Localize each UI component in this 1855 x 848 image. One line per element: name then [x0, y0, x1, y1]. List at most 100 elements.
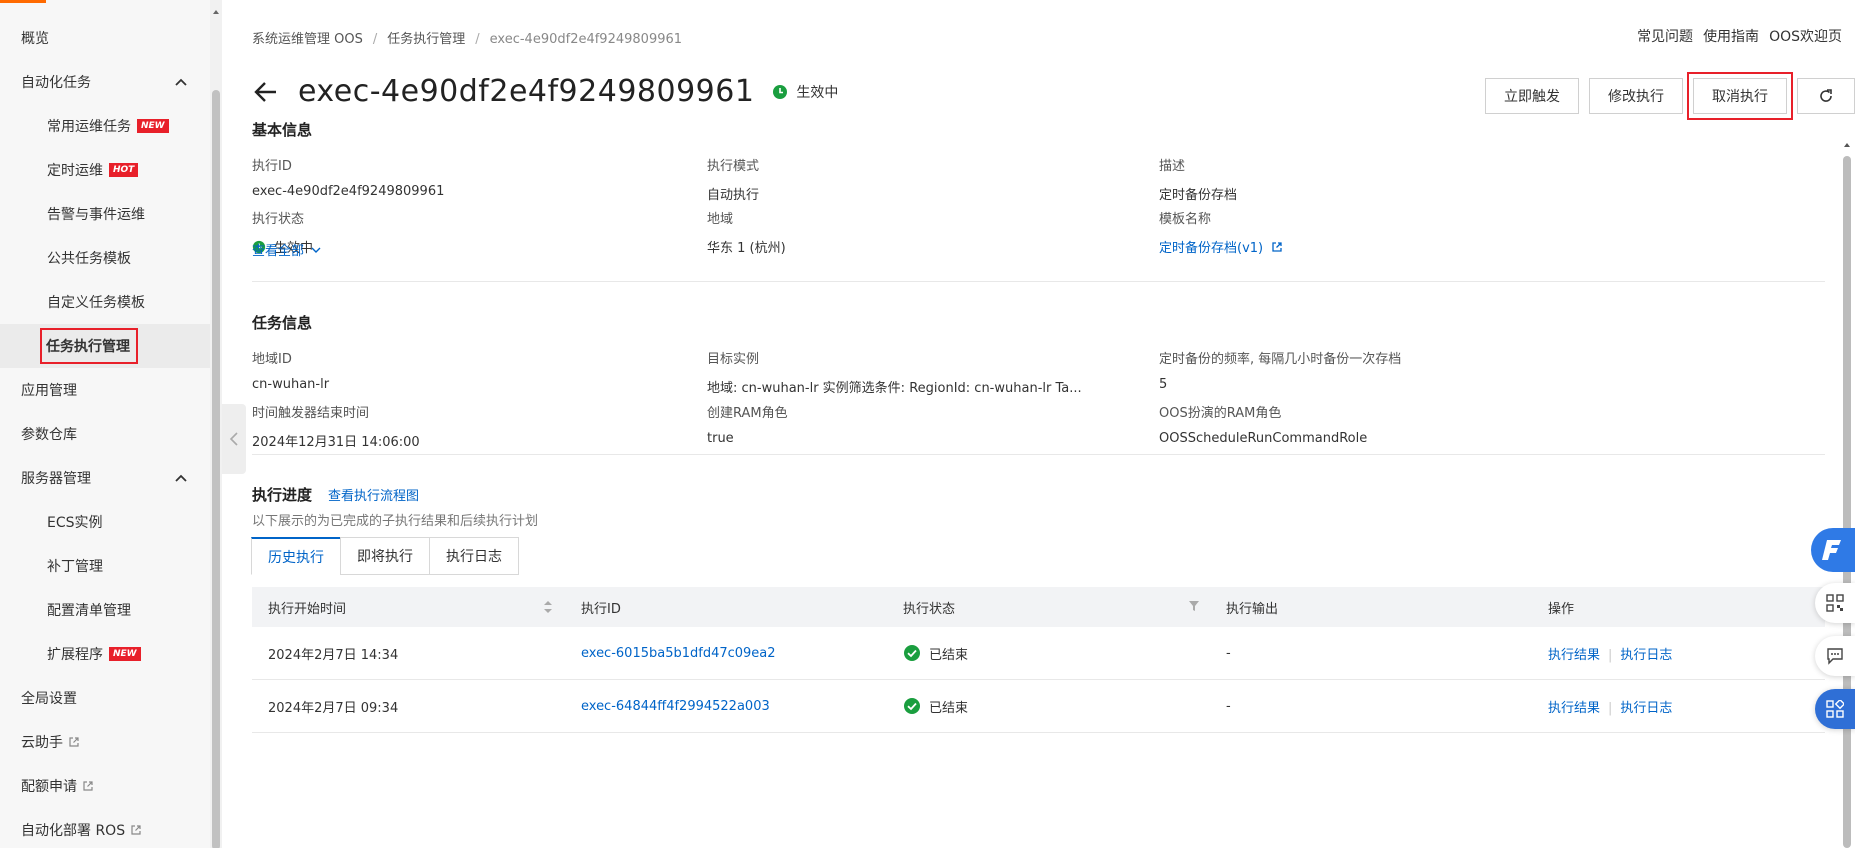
field-label: 创建RAM角色 — [707, 406, 788, 421]
state-text: 已结束 — [929, 647, 969, 663]
col-output: 执行输出 — [1226, 601, 1279, 617]
col-exec-id: 执行ID — [581, 601, 621, 617]
sidebar-item-quota[interactable]: 配额申请 — [0, 764, 210, 808]
scroll-up-arrow-icon[interactable] — [212, 8, 220, 16]
execution-table: 执行开始时间 执行ID 执行状态 执行输出 操作 2024年2月7日 14:34… — [252, 587, 1825, 733]
chevron-left-icon — [229, 432, 238, 446]
back-arrow-icon[interactable] — [252, 78, 280, 106]
tab-upcoming[interactable]: 即将执行 — [340, 537, 430, 575]
exec-log-link[interactable]: 执行日志 — [1620, 648, 1672, 663]
sidebar-item-cloud-assistant[interactable]: 云助手 — [0, 720, 210, 764]
sidebar-item-label: 概览 — [21, 31, 49, 47]
exec-id-link[interactable]: exec-6015ba5b1dfd47c09ea2 — [565, 646, 887, 661]
apps-button[interactable] — [1815, 689, 1855, 729]
external-link-icon — [131, 825, 141, 835]
faq-link[interactable]: 常见问题 — [1637, 29, 1693, 45]
chat-bubble-icon — [1827, 648, 1843, 665]
sidebar-item-automation-tasks[interactable]: 自动化任务 — [0, 60, 210, 104]
field-backup-frequency: 定时备份的频率, 每隔几小时备份一次存档 5 — [1159, 348, 1401, 392]
tab-logs[interactable]: 执行日志 — [429, 537, 519, 575]
sidebar-item-label: 云助手 — [21, 735, 63, 751]
refresh-button[interactable] — [1797, 78, 1855, 114]
breadcrumb-separator: / — [475, 32, 480, 47]
filter-icon[interactable] — [1188, 600, 1200, 612]
breadcrumb: 系统运维管理 OOS / 任务执行管理 / exec-4e90df2e4f9249809… — [252, 28, 682, 47]
field-label: 执行ID — [252, 159, 292, 174]
breadcrumb-item[interactable]: 系统运维管理 OOS — [252, 32, 363, 47]
field-value: 2024年12月31日 14:06:00 — [252, 435, 420, 450]
header-actions: 立即触发 修改执行 取消执行 — [1475, 72, 1855, 120]
field-oos-ram-role: OOS扮演的RAM角色 OOSScheduleRunCommandRole — [1159, 402, 1367, 446]
status-text: 生效中 — [796, 84, 839, 101]
feedback-button[interactable] — [1815, 636, 1855, 676]
hot-badge: HOT — [109, 163, 139, 177]
template-link[interactable]: 定时备份存档(v1) — [1159, 237, 1283, 256]
modify-execution-button[interactable]: 修改执行 — [1589, 78, 1683, 114]
sidebar-item-label: 扩展程序 — [47, 647, 103, 663]
template-link-text[interactable]: 定时备份存档(v1) — [1159, 237, 1263, 256]
sidebar-item-inventory[interactable]: 配置清单管理 — [0, 588, 210, 632]
sidebar-item-app-management[interactable]: 应用管理 — [0, 368, 210, 412]
sidebar-item-label: 自定义任务模板 — [47, 295, 145, 311]
main-content: 系统运维管理 OOS / 任务执行管理 / exec-4e90df2e4f9249809… — [251, 0, 1855, 848]
field-description: 描述 定时备份存档 — [1159, 155, 1237, 203]
cell-start-time: 2024年2月7日 09:34 — [268, 700, 399, 716]
cancel-execution-button[interactable]: 取消执行 — [1687, 72, 1793, 120]
field-label: 执行状态 — [252, 212, 305, 227]
sidebar-item-public-templates[interactable]: 公共任务模板 — [0, 236, 210, 280]
sidebar-item-scheduled-ops[interactable]: 定时运维 HOT — [0, 148, 210, 192]
sidebar-item-overview[interactable]: 概览 — [0, 16, 210, 60]
progress-title: 执行进度 — [252, 486, 313, 504]
col-start-time[interactable]: 执行开始时间 — [252, 598, 565, 617]
sidebar-item-label: 自动化部署 ROS — [21, 823, 126, 839]
flow-chart-link[interactable]: 查看执行流程图 — [328, 485, 419, 504]
chevron-down-icon — [311, 247, 321, 253]
exec-result-link[interactable]: 执行结果 — [1548, 648, 1600, 663]
sidebar-item-label: 补丁管理 — [47, 559, 103, 575]
exec-log-link[interactable]: 执行日志 — [1620, 701, 1672, 716]
sidebar-collapse-toggle[interactable] — [222, 404, 246, 474]
welcome-link[interactable]: OOS欢迎页 — [1769, 29, 1842, 45]
sidebar-item-patch[interactable]: 补丁管理 — [0, 544, 210, 588]
content-scrollbar[interactable] — [1843, 143, 1851, 848]
field-label: 目标实例 — [707, 352, 760, 367]
section-divider — [252, 281, 1825, 282]
sidebar-item-extensions[interactable]: 扩展程序 NEW — [0, 632, 210, 676]
external-link-icon[interactable] — [1271, 241, 1283, 253]
sidebar-item-parameter-store[interactable]: 参数仓库 — [0, 412, 210, 456]
view-all-link[interactable]: 查看全部 — [252, 240, 322, 259]
sidebar-nav: 概览 自动化任务 常用运维任务 NEW 定时运维 HOT 告警与事件运维 公共任务模… — [0, 16, 210, 848]
assistant-logo-button[interactable] — [1811, 528, 1855, 572]
breadcrumb-item[interactable]: 任务执行管理 — [387, 32, 465, 47]
sidebar-item-common-ops[interactable]: 常用运维任务 NEW — [0, 104, 210, 148]
sidebar-item-global-settings[interactable]: 全局设置 — [0, 676, 210, 720]
sidebar-item-server-management[interactable]: 服务器管理 — [0, 456, 210, 500]
field-create-ram-role: 创建RAM角色 true — [707, 402, 788, 446]
content-scrollbar-thumb[interactable] — [1843, 156, 1851, 848]
assistant-logo-icon — [1822, 540, 1841, 560]
cell-output: - — [1226, 645, 1231, 661]
sidebar-item-label: 任务执行管理 — [40, 328, 138, 364]
sidebar-scrollbar-thumb[interactable] — [212, 90, 220, 848]
sort-icon[interactable] — [543, 600, 553, 614]
sidebar-item-custom-templates[interactable]: 自定义任务模板 — [0, 280, 210, 324]
external-link-icon — [69, 737, 79, 747]
exec-id-link[interactable]: exec-64844ff4f2994522a003 — [565, 699, 887, 714]
exec-result-link[interactable]: 执行结果 — [1548, 701, 1600, 716]
field-value: 5 — [1159, 377, 1168, 392]
field-label: 定时备份的频率, 每隔几小时备份一次存档 — [1159, 352, 1402, 367]
tab-history[interactable]: 历史执行 — [251, 537, 341, 575]
sidebar-item-execution-management[interactable]: 任务执行管理 — [0, 324, 210, 368]
field-label: 执行模式 — [707, 159, 760, 174]
view-all-text[interactable]: 查看全部 — [252, 240, 304, 259]
qrcode-button[interactable] — [1815, 583, 1855, 623]
scroll-up-arrow-icon[interactable] — [1843, 141, 1851, 149]
guide-link[interactable]: 使用指南 — [1703, 29, 1759, 45]
sidebar-item-ecs[interactable]: ECS实例 — [0, 500, 210, 544]
trigger-now-button[interactable]: 立即触发 — [1485, 78, 1579, 114]
sidebar-item-label: 配额申请 — [21, 779, 77, 795]
sidebar-item-alert-ops[interactable]: 告警与事件运维 — [0, 192, 210, 236]
field-value: cn-wuhan-lr — [252, 377, 330, 392]
field-label: 模板名称 — [1159, 212, 1212, 227]
sidebar-item-ros[interactable]: 自动化部署 ROS — [0, 808, 210, 848]
